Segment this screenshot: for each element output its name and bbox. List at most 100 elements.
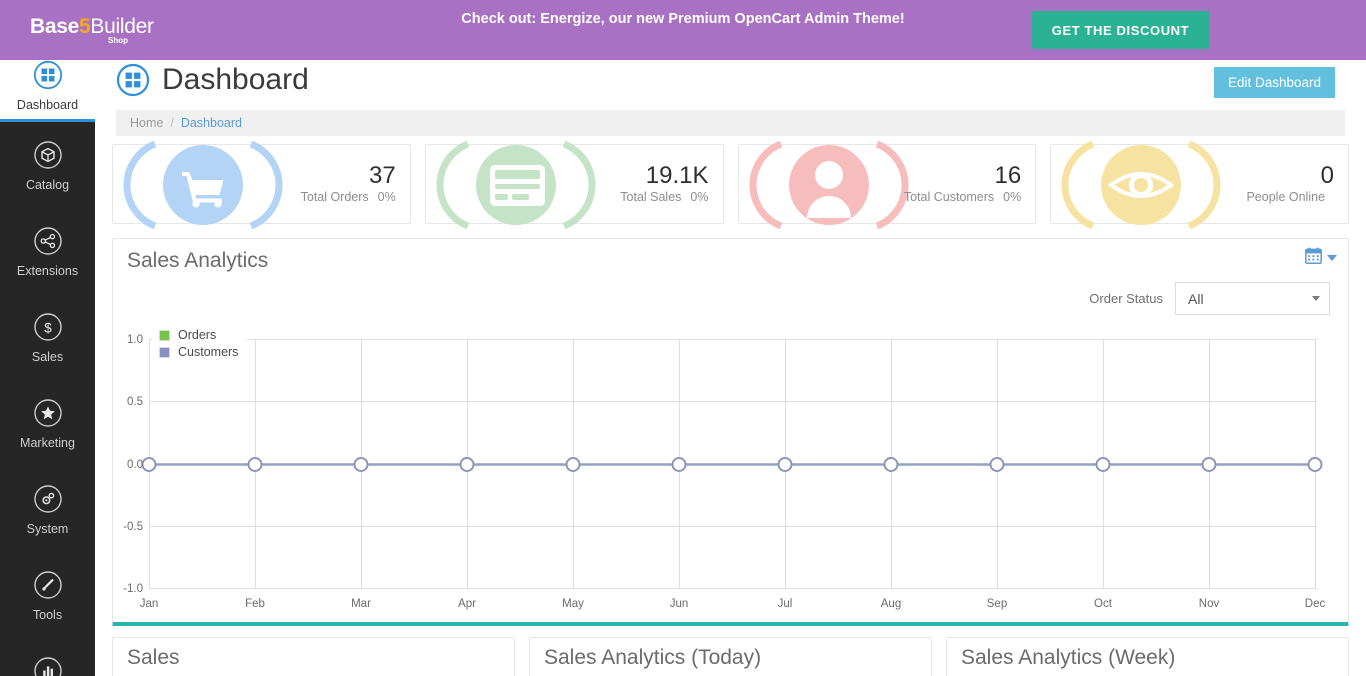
share-nodes-icon	[31, 224, 65, 258]
stat-figures: 16 Total Customers 0%	[904, 162, 1022, 205]
svg-text:$: $	[44, 321, 52, 336]
order-status-filter: Order Status All	[1089, 282, 1330, 315]
stat-percent: 0%	[1003, 189, 1022, 204]
x-tick-label: Jul	[778, 598, 793, 610]
page-title: Dashboard	[162, 63, 309, 96]
stat-cards-row: 37 Total Orders 0% 19.1K Total Sales 0% …	[95, 136, 1366, 230]
brand-logo-sub: Shop	[108, 36, 128, 45]
panel-title-sales-analytics-today: Sales Analytics (Today)	[544, 646, 762, 669]
sidebar-label-sales: Sales	[31, 350, 64, 365]
stat-value: 19.1K	[645, 162, 709, 190]
sidebar-item-dashboard[interactable]: Dashboard	[0, 50, 95, 122]
stat-card-total-customers[interactable]: 16 Total Customers 0%	[737, 140, 1037, 230]
sidebar-item-tools[interactable]: Tools	[0, 552, 95, 638]
x-tick-label: Aug	[881, 598, 901, 610]
breadcrumb-home[interactable]: Home	[130, 116, 163, 130]
x-tick-label: Mar	[351, 598, 371, 610]
dashboard-page: Base5Builder Shop Check out: Energize, o…	[0, 0, 1366, 676]
panel-sales-analytics-today: Sales Analytics (Today)	[529, 637, 932, 676]
sidebar-label-extensions: Extensions	[16, 264, 79, 279]
sidebar-nav: Dashboard Catalog Extensions $ Sales Mar…	[0, 50, 95, 676]
panel-title-sales: Sales	[127, 646, 180, 669]
panel-sales: Sales	[112, 637, 515, 676]
promo-banner: Base5Builder Shop Check out: Energize, o…	[0, 0, 1366, 60]
stat-figures: 0 People Online	[1246, 162, 1334, 205]
eye-icon	[1049, 134, 1245, 235]
wrench-icon	[31, 568, 65, 602]
date-range-picker[interactable]	[1305, 247, 1337, 269]
y-tick-label: 0.5	[127, 396, 143, 408]
y-tick-label: 1.0	[127, 334, 143, 346]
grid-circle-icon	[116, 63, 150, 97]
bottom-panels-row: Sales Sales Analytics (Today) Sales Anal…	[112, 637, 1349, 676]
panel-title-sales-analytics-week: Sales Analytics (Week)	[961, 646, 1176, 669]
legend-label-customers: Customers	[178, 345, 239, 359]
sidebar-label-marketing: Marketing	[20, 436, 75, 451]
sales-analytics-header: Sales Analytics Order Status All	[113, 239, 1348, 315]
legend-swatch-customers	[159, 346, 170, 358]
x-tick-label: Dec	[1305, 598, 1326, 610]
stat-card-total-sales[interactable]: 19.1K Total Sales 0%	[424, 140, 724, 230]
get-the-discount-button[interactable]: GET THE DISCOUNT	[1032, 11, 1209, 49]
stat-percent: 0%	[690, 189, 709, 204]
sidebar-item-marketing[interactable]: Marketing	[0, 380, 95, 466]
x-tick-label: Apr	[458, 598, 476, 610]
sales-analytics-title: Sales Analytics	[127, 249, 269, 272]
credit-card-icon	[424, 134, 620, 235]
chevron-down-icon	[1312, 296, 1320, 301]
chevron-down-icon	[1327, 255, 1337, 261]
x-tick-label: Jan	[140, 598, 159, 610]
stat-percent: 0%	[377, 189, 396, 204]
star-icon	[31, 396, 65, 430]
sales-analytics-chart[interactable]: 1.0 0.5 0.0 -0.5 -1.0 Jan Feb Mar Apr Ma…	[113, 315, 1348, 615]
stat-figures: 37 Total Orders 0%	[301, 162, 396, 205]
stat-card-people-online[interactable]: 0 People Online	[1050, 140, 1349, 230]
sidebar-item-system[interactable]: System	[0, 466, 95, 552]
stat-meta: People Online	[1246, 190, 1334, 205]
x-tick-label: Sep	[987, 598, 1007, 610]
order-status-label: Order Status	[1089, 291, 1163, 306]
breadcrumb-dashboard[interactable]: Dashboard	[181, 116, 242, 130]
stat-value: 16	[994, 162, 1022, 190]
sidebar-label-system: System	[26, 522, 69, 537]
calendar-icon	[1305, 247, 1322, 269]
x-tick-label: Jun	[670, 598, 689, 610]
sales-analytics-panel: Sales Analytics Order Status All 1.0 0.5…	[112, 238, 1349, 626]
x-tick-label: Oct	[1094, 598, 1113, 610]
stat-card-total-orders[interactable]: 37 Total Orders 0%	[112, 140, 411, 230]
shopping-cart-icon	[111, 134, 307, 235]
stat-meta: Total Customers 0%	[904, 190, 1021, 205]
sidebar-item-reports[interactable]: Reports	[0, 638, 95, 676]
sidebar-label-catalog: Catalog	[25, 178, 70, 193]
y-tick-label: -1.0	[123, 583, 143, 595]
x-tick-label: Nov	[1199, 598, 1220, 610]
breadcrumb-separator: /	[170, 116, 174, 130]
chart-icon	[31, 654, 65, 676]
edit-dashboard-button[interactable]: Edit Dashboard	[1213, 67, 1335, 98]
sidebar-item-sales[interactable]: $ Sales	[0, 294, 95, 380]
legend-item-customers[interactable]: Customers	[159, 345, 238, 359]
legend-item-orders[interactable]: Orders	[159, 328, 238, 342]
main-content: Dashboard Edit Dashboard Home / Dashboar…	[95, 50, 1366, 676]
sidebar-item-catalog[interactable]: Catalog	[0, 122, 95, 208]
sidebar-item-extensions[interactable]: Extensions	[0, 208, 95, 294]
order-status-select[interactable]: All	[1175, 282, 1330, 315]
stat-label: Total Orders	[300, 189, 369, 204]
y-tick-label: 0.0	[127, 459, 143, 471]
order-status-value: All	[1188, 290, 1204, 307]
grid-icon	[31, 58, 65, 92]
stat-value: 0	[1320, 162, 1334, 190]
chart-svg: 1.0 0.5 0.0 -0.5 -1.0 Jan Feb Mar Apr Ma…	[123, 334, 1326, 610]
sidebar-label-tools: Tools	[32, 608, 63, 623]
legend-swatch-orders	[159, 329, 170, 341]
box-icon	[31, 138, 65, 172]
stat-meta: Total Orders 0%	[301, 190, 396, 205]
gears-icon	[31, 482, 65, 516]
stat-label: Total Sales	[620, 189, 682, 204]
dollar-icon: $	[31, 310, 65, 344]
chart-legend: Orders Customers	[152, 323, 248, 365]
legend-label-orders: Orders	[178, 328, 217, 342]
stat-label: Total Customers	[903, 189, 995, 204]
x-tick-label: Feb	[245, 598, 265, 610]
panel-sales-analytics-week: Sales Analytics (Week)	[946, 637, 1349, 676]
